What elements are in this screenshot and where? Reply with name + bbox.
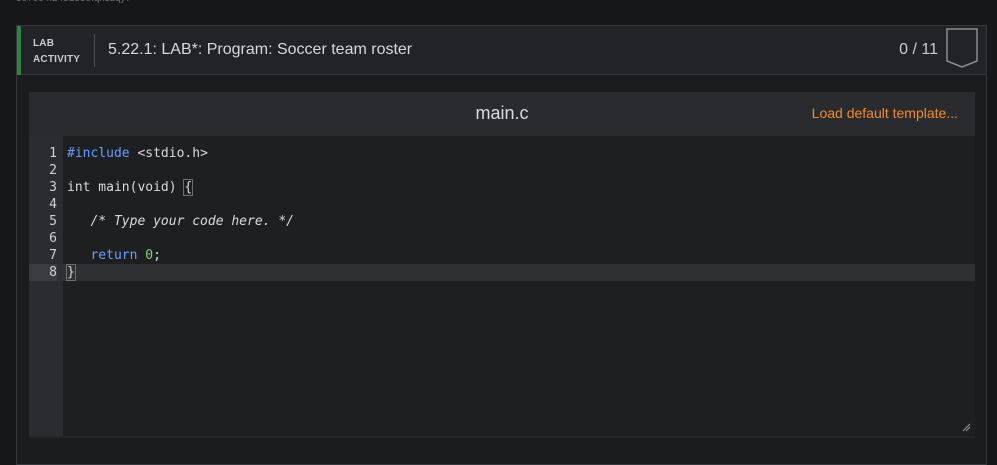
line-number: 3 xyxy=(49,180,57,195)
load-default-template-link[interactable]: Load default template... xyxy=(812,105,958,121)
header-divider xyxy=(94,34,95,67)
code-line: 3 int main(void) { xyxy=(29,179,975,196)
activity-title: 5.22.1: LAB*: Program: Soccer team roste… xyxy=(108,41,413,58)
code-editor: main.c Load default template... 1 #inclu… xyxy=(29,92,975,438)
lab-activity-label: LAB ACTIVITY xyxy=(33,36,89,68)
editor-toolbar: main.c Load default template... xyxy=(29,92,975,136)
line-number: 5 xyxy=(49,214,57,229)
code-line-text: } xyxy=(66,264,76,281)
code-line-active: 8 } xyxy=(29,264,975,281)
score-text: 0 / 11 xyxy=(899,41,938,58)
line-number: 8 xyxy=(29,264,57,281)
line-number: 4 xyxy=(49,197,57,212)
line-number: 7 xyxy=(49,248,57,263)
code-line: 2 xyxy=(29,162,975,179)
code-textarea[interactable]: 1 #include <stdio.h> 2 3 int main(void) … xyxy=(29,136,975,436)
code-line-text: #include <stdio.h> xyxy=(67,146,208,161)
line-number: 1 xyxy=(49,146,57,161)
resize-grip-icon[interactable] xyxy=(961,422,971,432)
lab-header: LAB ACTIVITY 5.22.1: LAB*: Program: Socc… xyxy=(17,26,986,75)
shield-badge-icon xyxy=(946,28,978,68)
code-line: 4 xyxy=(29,196,975,213)
code-line-text: return 0; xyxy=(90,248,161,263)
code-line: 7 return 0; xyxy=(29,247,975,264)
line-number: 2 xyxy=(49,163,57,178)
header-accent-bar xyxy=(17,26,21,75)
lab-label-line2: ACTIVITY xyxy=(33,54,81,65)
code-line: 5 /* Type your code here. */ xyxy=(29,213,975,230)
code-line: 1 #include <stdio.h> xyxy=(29,145,975,162)
code-line-text: int main(void) { xyxy=(67,179,194,196)
line-number: 6 xyxy=(49,231,57,246)
code-line: 6 xyxy=(29,230,975,247)
code-line-text: /* Type your code here. */ xyxy=(67,214,294,229)
lab-label-line1: LAB xyxy=(33,38,55,49)
lab-id-text: 367084.2451550.qx3zqy7 xyxy=(16,0,131,4)
lab-activity-card: LAB ACTIVITY 5.22.1: LAB*: Program: Socc… xyxy=(16,25,987,465)
